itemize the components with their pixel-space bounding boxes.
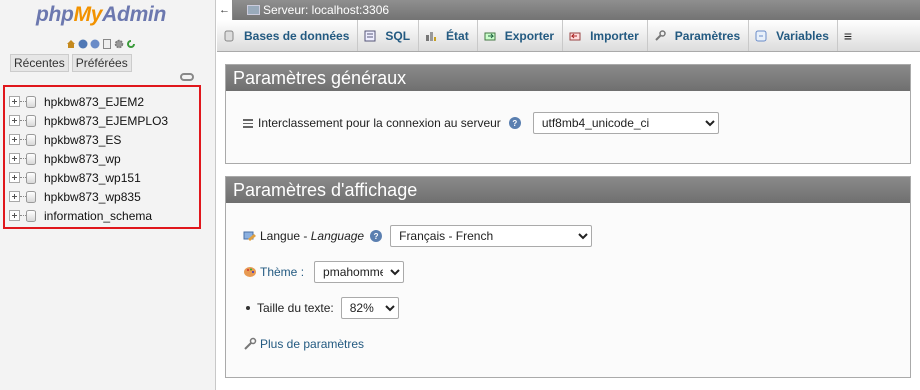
- phpmyadmin-logo[interactable]: phpMyAdmin: [36, 3, 166, 27]
- database-name[interactable]: information_schema: [44, 209, 152, 223]
- more-settings-row: Plus de paramètres: [243, 337, 364, 351]
- wrench-icon: [244, 337, 257, 350]
- tab-variables[interactable]: Variables: [749, 20, 838, 51]
- display-settings-panel: Paramètres d'affichage Langue - Language…: [225, 176, 911, 378]
- more-settings-link[interactable]: Plus de paramètres: [260, 337, 364, 351]
- theme-palette-icon: [244, 267, 256, 277]
- language-select[interactable]: Français - French: [390, 225, 593, 247]
- language-row: Langue - Language ? Français - French: [243, 225, 593, 247]
- general-settings-title: Paramètres généraux: [226, 65, 910, 91]
- database-tree: hpkbw873_EJEM2 hpkbw873_EJEMPLO3 hpkbw87…: [3, 85, 201, 229]
- database-name[interactable]: hpkbw873_wp: [44, 152, 121, 166]
- sql-icon: [364, 30, 376, 41]
- expand-icon[interactable]: [9, 172, 20, 183]
- database-item[interactable]: hpkbw873_wp835: [5, 187, 199, 206]
- help-icon[interactable]: ?: [508, 117, 521, 129]
- expand-icon[interactable]: [9, 153, 20, 164]
- database-name[interactable]: hpkbw873_wp151: [44, 171, 141, 185]
- server-link[interactable]: Serveur: localhost:3306: [247, 3, 389, 17]
- reload-icon[interactable]: [126, 39, 136, 49]
- help-icon[interactable]: [90, 39, 100, 49]
- gear-icon[interactable]: [114, 39, 124, 49]
- database-icon: [26, 95, 36, 108]
- database-item[interactable]: information_schema: [5, 206, 199, 225]
- server-breadcrumb: ← Serveur: localhost:3306: [217, 0, 920, 20]
- language-label: Langue - Language: [260, 229, 365, 243]
- general-settings-panel: Paramètres généraux Interclassement pour…: [225, 64, 911, 164]
- fontsize-row: Taille du texte: 82%: [246, 297, 399, 319]
- database-icon: [26, 114, 36, 127]
- tab-import[interactable]: Importer: [563, 20, 648, 51]
- database-name[interactable]: hpkbw873_EJEM2: [44, 95, 144, 109]
- variables-icon: [755, 30, 767, 41]
- collation-row: Interclassement pour la connexion au ser…: [243, 112, 719, 134]
- import-icon: [569, 32, 581, 40]
- link-with-main-icon[interactable]: [180, 73, 194, 81]
- database-name[interactable]: hpkbw873_wp835: [44, 190, 141, 204]
- list-icon: [243, 118, 253, 128]
- expand-icon[interactable]: [9, 134, 20, 145]
- wrench-icon: [655, 29, 666, 41]
- theme-row: Thème : pmahomme: [243, 261, 405, 283]
- tab-settings[interactable]: Paramètres: [648, 20, 750, 51]
- tab-export[interactable]: Exporter: [478, 20, 564, 51]
- database-icon: [224, 30, 234, 41]
- database-icon: [26, 209, 36, 222]
- fontsize-select[interactable]: 82%: [340, 297, 399, 319]
- database-item[interactable]: hpkbw873_ES: [5, 130, 199, 149]
- collation-select[interactable]: utf8mb4_unicode_ci: [532, 112, 719, 134]
- logout-icon[interactable]: [78, 39, 88, 49]
- database-icon: [26, 133, 36, 146]
- database-icon: [26, 190, 36, 203]
- expand-icon[interactable]: [9, 191, 20, 202]
- tab-recent[interactable]: Récentes: [10, 54, 69, 72]
- database-item[interactable]: hpkbw873_EJEMPLO3: [5, 111, 199, 130]
- navigation-panel: phpMyAdmin Récentes Préférées hpkbw873_E…: [0, 0, 216, 390]
- collapse-nav-button[interactable]: ←: [217, 0, 233, 20]
- theme-link[interactable]: Thème :: [260, 265, 304, 279]
- expand-icon[interactable]: [9, 115, 20, 126]
- tab-sql[interactable]: SQL: [358, 20, 420, 51]
- help-icon[interactable]: ?: [370, 230, 383, 242]
- home-icon[interactable]: [66, 39, 76, 49]
- more-menu-icon[interactable]: ≡: [838, 20, 858, 51]
- fontsize-label: Taille du texte:: [257, 301, 334, 315]
- tab-status[interactable]: État: [419, 20, 478, 51]
- database-item[interactable]: hpkbw873_wp151: [5, 168, 199, 187]
- tab-databases[interactable]: Bases de données: [217, 20, 359, 51]
- database-name[interactable]: hpkbw873_ES: [44, 133, 121, 147]
- language-icon: [243, 231, 256, 241]
- database-item[interactable]: hpkbw873_EJEM2: [5, 92, 199, 111]
- database-name[interactable]: hpkbw873_EJEMPLO3: [44, 114, 168, 128]
- tab-favorites[interactable]: Préférées: [71, 54, 132, 72]
- collation-label: Interclassement pour la connexion au ser…: [258, 116, 501, 130]
- quick-icons: [66, 38, 136, 50]
- main-menu: Bases de données SQL État Exporter Impor…: [217, 20, 920, 52]
- export-icon: [484, 32, 496, 40]
- display-settings-title: Paramètres d'affichage: [226, 177, 910, 203]
- status-icon: [426, 31, 437, 41]
- database-icon: [26, 152, 36, 165]
- nav-tabs: Récentes Préférées: [10, 54, 132, 72]
- expand-icon[interactable]: [9, 96, 20, 107]
- server-icon: [247, 5, 260, 15]
- database-icon: [26, 171, 36, 184]
- database-item[interactable]: hpkbw873_wp: [5, 149, 199, 168]
- expand-icon[interactable]: [9, 210, 20, 221]
- docs-icon[interactable]: [102, 39, 112, 49]
- theme-select[interactable]: pmahomme: [314, 261, 405, 283]
